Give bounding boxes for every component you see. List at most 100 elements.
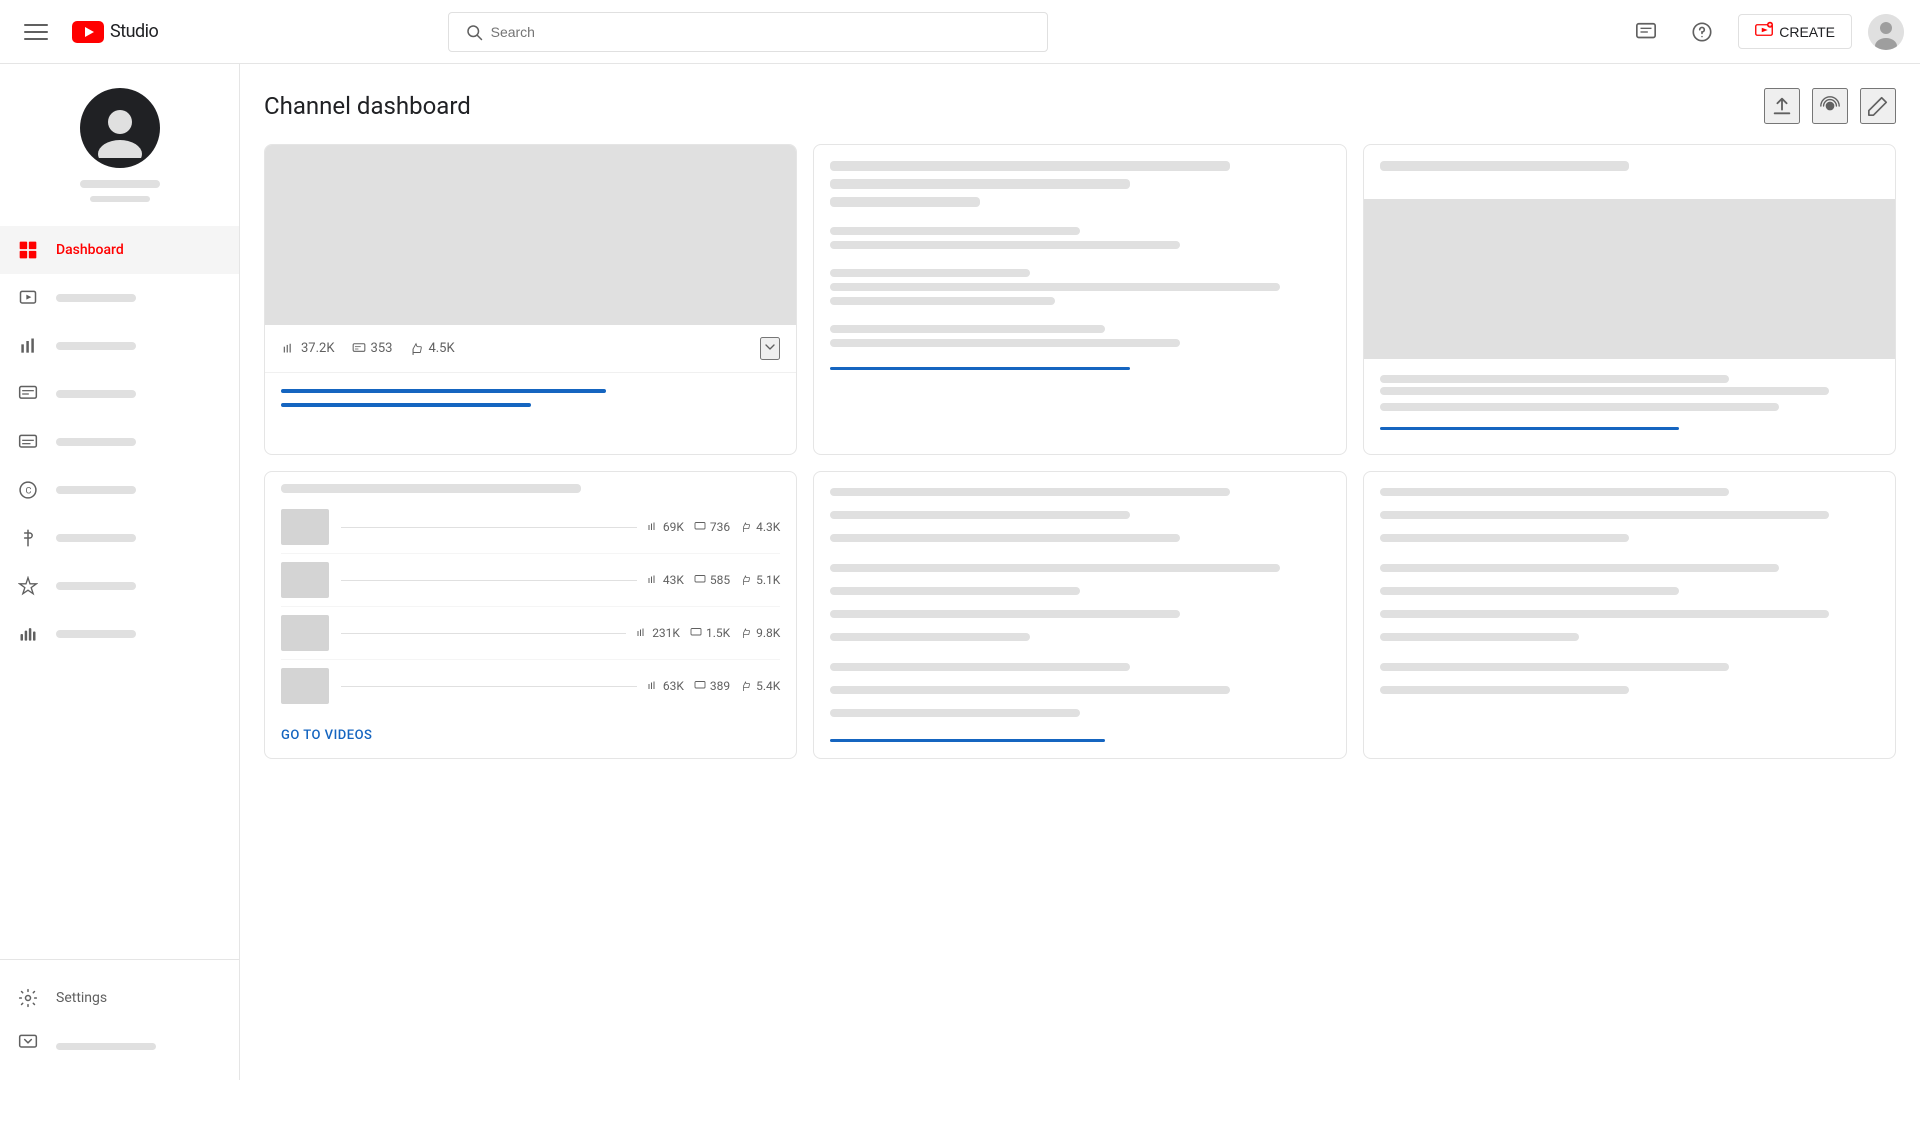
channel-analytics-card bbox=[1363, 144, 1896, 455]
comment-icon bbox=[1635, 21, 1657, 43]
rcc2-line-1 bbox=[1380, 488, 1730, 496]
sidebar-item-monetization[interactable] bbox=[0, 514, 239, 562]
rcc2-line-8 bbox=[1380, 663, 1730, 671]
video-thumbnail-small bbox=[281, 615, 329, 651]
sidebar-item-analytics[interactable] bbox=[0, 322, 239, 370]
channel-name-placeholder bbox=[80, 180, 160, 188]
go-to-videos-link[interactable]: GO TO VIDEOS bbox=[281, 728, 372, 743]
avatar[interactable] bbox=[1868, 14, 1904, 50]
channel-avatar[interactable] bbox=[80, 88, 160, 168]
news-blue-line bbox=[830, 367, 1130, 370]
send-feedback-item[interactable] bbox=[16, 1020, 223, 1064]
news-title-line-3 bbox=[830, 197, 980, 207]
video-list-title-line bbox=[281, 484, 581, 493]
settings-item[interactable]: Settings bbox=[16, 976, 223, 1020]
analytics-blue-line bbox=[1380, 427, 1680, 430]
rcc-section-2 bbox=[830, 564, 1329, 649]
news-card bbox=[813, 144, 1346, 455]
live-icon bbox=[1819, 95, 1841, 117]
settings-label: Settings bbox=[56, 990, 107, 1006]
table-row[interactable]: 231K 1.5K 9.8K bbox=[281, 607, 780, 660]
analytics-card-2-content bbox=[1364, 472, 1895, 732]
go-live-button[interactable] bbox=[1812, 88, 1848, 124]
sidebar-item-content[interactable] bbox=[0, 274, 239, 322]
header-actions bbox=[1764, 88, 1896, 124]
video-list-card: 69K 736 4.3K bbox=[264, 471, 797, 759]
analytics-card-2 bbox=[1363, 471, 1896, 759]
analytics-stat-line-3 bbox=[1380, 403, 1779, 411]
help-icon bbox=[1691, 21, 1713, 43]
main-content: Channel dashboard bbox=[240, 64, 1920, 1080]
upload-button[interactable] bbox=[1764, 88, 1800, 124]
comments-stat: 353 bbox=[351, 341, 393, 357]
search-bar[interactable] bbox=[448, 12, 1048, 52]
news-card-2 bbox=[813, 471, 1346, 759]
likes-small-icon bbox=[740, 680, 752, 692]
search-input[interactable] bbox=[491, 24, 1031, 40]
create-label: CREATE bbox=[1779, 24, 1835, 40]
sidebar-nav: Dashboard bbox=[0, 226, 239, 959]
video-thumbnail-small bbox=[281, 562, 329, 598]
views-value: 37.2K bbox=[301, 341, 335, 356]
news-line-g bbox=[830, 339, 1180, 347]
table-row[interactable]: 63K 389 5.4K bbox=[281, 660, 780, 712]
svg-text:C: C bbox=[26, 486, 32, 496]
news-section-1 bbox=[830, 227, 1329, 249]
nav-right: CREATE bbox=[1626, 12, 1904, 52]
sep bbox=[341, 633, 626, 634]
metric-bar-2-container bbox=[281, 403, 780, 407]
sidebar-item-comments[interactable] bbox=[0, 370, 239, 418]
comments-val-4: 389 bbox=[710, 679, 730, 693]
views-small-icon bbox=[636, 627, 648, 639]
news-line-b bbox=[830, 241, 1180, 249]
edit-button[interactable] bbox=[1860, 88, 1896, 124]
video-list-items: 69K 736 4.3K bbox=[265, 501, 796, 712]
sidebar-item-customization[interactable] bbox=[0, 562, 239, 610]
views-icon bbox=[281, 341, 297, 357]
metric-bar-1 bbox=[281, 389, 606, 393]
likes-small-icon bbox=[740, 574, 752, 586]
sidebar-item-audio[interactable] bbox=[0, 610, 239, 658]
sidebar-item-copyright[interactable]: C bbox=[0, 466, 239, 514]
channel-sub-placeholder bbox=[90, 196, 150, 202]
comments-small-icon bbox=[690, 627, 702, 639]
video-views-1: 69K bbox=[647, 520, 684, 534]
comments-stat-icon bbox=[351, 341, 367, 357]
rcc2-section-1 bbox=[1380, 488, 1879, 550]
rcc-line-9 bbox=[830, 686, 1229, 694]
rcc2-line-4 bbox=[1380, 564, 1779, 572]
sidebar-item-dashboard-label: Dashboard bbox=[56, 242, 124, 258]
expand-button[interactable] bbox=[760, 337, 780, 360]
news-title-line-1 bbox=[830, 161, 1229, 171]
create-button[interactable]: CREATE bbox=[1738, 14, 1852, 49]
news-section-3 bbox=[830, 325, 1329, 347]
sidebar-item-dashboard[interactable]: Dashboard bbox=[0, 226, 239, 274]
sidebar-monetization-label-placeholder bbox=[56, 534, 136, 542]
rcc2-line-7 bbox=[1380, 633, 1580, 641]
video-thumbnail-small bbox=[281, 509, 329, 545]
sidebar-item-subtitles[interactable] bbox=[0, 418, 239, 466]
comments-val-2: 585 bbox=[710, 573, 730, 587]
logo-link[interactable]: Studio bbox=[72, 21, 158, 43]
video-views-2: 43K bbox=[647, 573, 684, 587]
customization-icon bbox=[16, 574, 40, 598]
video-thumbnail bbox=[265, 145, 796, 325]
dashboard-icon bbox=[16, 238, 40, 262]
notifications-button[interactable] bbox=[1626, 12, 1666, 52]
rcc2-section-2 bbox=[1380, 564, 1879, 649]
sidebar-analytics-label-placeholder bbox=[56, 342, 136, 350]
hamburger-menu-button[interactable] bbox=[16, 12, 56, 52]
rcc-line-10 bbox=[830, 709, 1080, 717]
likes-small-icon bbox=[740, 521, 752, 533]
sep bbox=[341, 580, 637, 581]
news-section-header bbox=[830, 161, 1329, 207]
help-button[interactable] bbox=[1682, 12, 1722, 52]
video-comments-2: 585 bbox=[694, 573, 730, 587]
card2-blue-line bbox=[830, 739, 1105, 742]
upload-icon bbox=[1771, 95, 1793, 117]
table-row[interactable]: 69K 736 4.3K bbox=[281, 501, 780, 554]
table-row[interactable]: 43K 585 5.1K bbox=[281, 554, 780, 607]
rcc2-line-6 bbox=[1380, 610, 1829, 618]
likes-val-4: 5.4K bbox=[756, 679, 780, 693]
settings-icon bbox=[16, 986, 40, 1010]
